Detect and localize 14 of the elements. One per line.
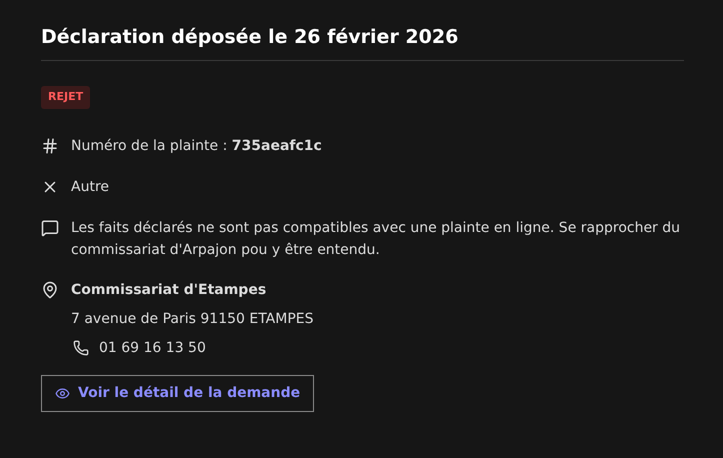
office-phone: 01 69 16 13 50 [99, 338, 206, 358]
detail-text: Autre [71, 178, 110, 196]
eye-icon [55, 386, 70, 400]
detail-text: Numéro de la plainte : 735aeafc1c [71, 136, 322, 156]
office-name: Commissariat d'Etampes [71, 280, 266, 300]
phone-icon [73, 340, 89, 356]
location-pin-icon [41, 281, 59, 299]
office-address: 7 avenue de Paris 91150 ETAMPES [71, 310, 315, 328]
speech-bubble-icon [41, 218, 59, 236]
declaration-title: Déclaration déposée le 26 février 2026 [41, 25, 460, 50]
view-details-button[interactable]: Voir le détail de la demande [41, 374, 314, 412]
detail-text: Les faits déclarés ne sont pas compatibles avec une plainte en ligne. Se rapprocher du commissariat d'Arpajon pou y être entendu. [71, 218, 681, 260]
hash-icon [41, 136, 59, 154]
status-badge: REJET [41, 86, 90, 108]
